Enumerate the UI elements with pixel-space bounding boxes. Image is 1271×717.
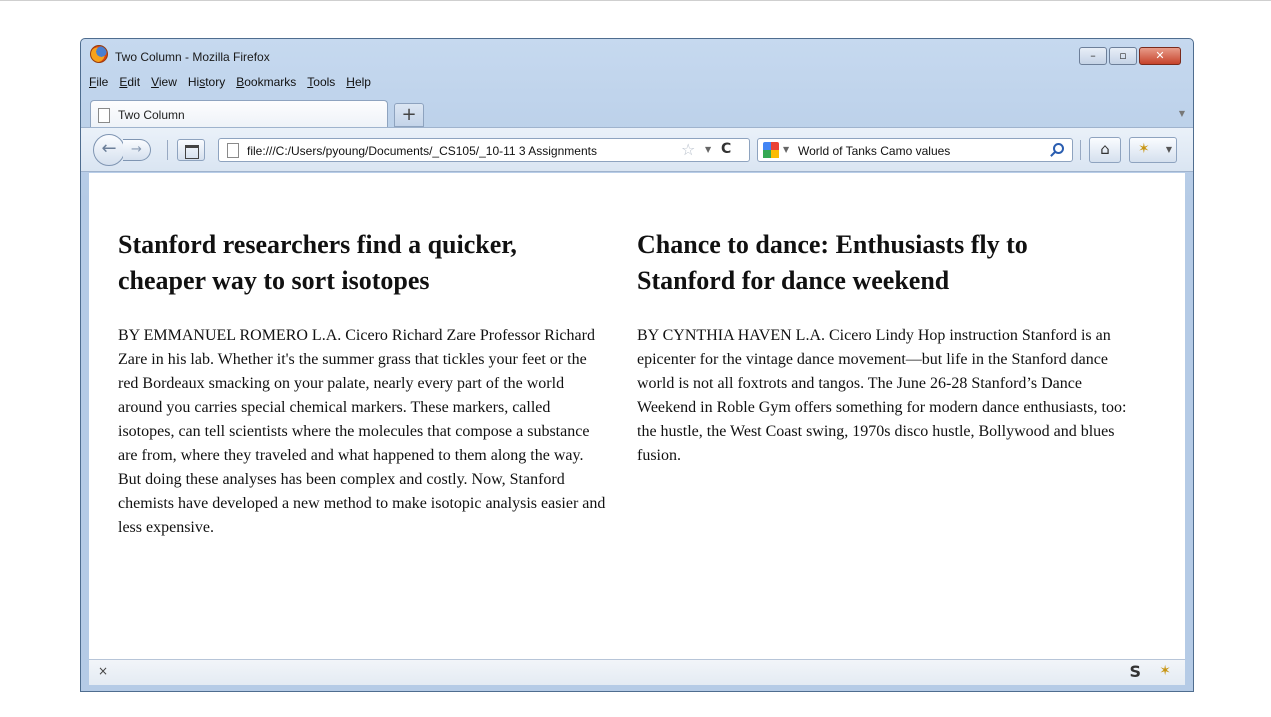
addon-button[interactable]: ✶ ▼ <box>1129 137 1177 163</box>
menu-help-post: elp <box>354 75 371 89</box>
tab-list-icon[interactable]: ▼ <box>1179 109 1185 118</box>
menu-tools-post: ools <box>313 75 336 89</box>
page-icon <box>227 143 239 158</box>
status-bar: × S ✶ <box>89 659 1185 685</box>
menu-file-post: ile <box>96 75 109 89</box>
article-column-right: Chance to dance: Enthusiasts fly to Stan… <box>637 227 1127 468</box>
menu-bookmarks-post: ookmarks <box>244 75 297 89</box>
toolbar-separator <box>1080 140 1081 160</box>
menu-view[interactable]: View <box>151 75 177 89</box>
google-icon[interactable] <box>763 142 779 158</box>
article-column-left: Stanford researchers find a quicker, che… <box>118 227 608 540</box>
menu-edit[interactable]: Edit <box>119 75 140 89</box>
minimize-button[interactable]: – <box>1079 47 1107 65</box>
tab-two-column[interactable]: Two Column <box>90 100 388 128</box>
history-dropdown-icon[interactable]: ▼ <box>705 145 711 154</box>
article-headline: Stanford researchers find a quicker, che… <box>118 230 517 295</box>
menu-history-pre: Hi <box>187 75 200 89</box>
search-input[interactable]: World of Tanks Camo values <box>798 144 950 158</box>
close-icon[interactable]: × <box>98 664 108 678</box>
bookmark-star-icon[interactable]: ☆ <box>681 140 695 159</box>
menu-view-post: iew <box>158 75 177 89</box>
url-bar[interactable]: file:///C:/Users/pyoung/Documents/_CS105… <box>218 138 750 162</box>
search-icon[interactable] <box>1053 143 1064 154</box>
menu-edit-post: dit <box>127 75 141 89</box>
menu-file[interactable]: File <box>89 75 108 89</box>
window-title: Two Column - Mozilla Firefox <box>115 50 270 64</box>
firefox-logo-icon <box>90 45 108 63</box>
engine-dropdown-icon[interactable]: ▼ <box>783 145 789 154</box>
new-tab-button[interactable]: + <box>394 103 424 127</box>
close-button[interactable]: ✕ <box>1139 47 1181 65</box>
menu-view-accel: V <box>151 75 159 89</box>
article-body: BY EMMANUEL ROMERO L.A. Cicero Richard Z… <box>118 327 606 536</box>
menu-help-accel: H <box>346 75 355 89</box>
url-text[interactable]: file:///C:/Users/pyoung/Documents/_CS105… <box>247 144 667 158</box>
page-icon <box>98 108 110 123</box>
addon-icon[interactable]: ✶ <box>1159 663 1171 679</box>
tab-groups-button[interactable] <box>177 139 205 161</box>
maximize-button[interactable]: ▫ <box>1109 47 1137 65</box>
title-bar: Two Column - Mozilla Firefox – ▫ ✕ <box>81 39 1193 79</box>
article-headline: Chance to dance: Enthusiasts fly to Stan… <box>637 230 1028 295</box>
page-content: Stanford researchers find a quicker, che… <box>89 173 1185 659</box>
search-bar[interactable]: ▼ World of Tanks Camo values <box>757 138 1073 162</box>
menu-history[interactable]: History <box>188 75 225 89</box>
s-icon[interactable]: S <box>1129 662 1141 681</box>
menu-bookmarks[interactable]: Bookmarks <box>236 75 296 89</box>
reload-icon[interactable]: C <box>721 141 731 157</box>
chevron-down-icon: ▼ <box>1165 145 1172 154</box>
article-body: BY CYNTHIA HAVEN L.A. Cicero Lindy Hop i… <box>637 327 1127 464</box>
back-button[interactable]: ← <box>93 134 125 166</box>
tab-strip: Two Column + ▼ <box>81 97 1193 128</box>
tab-label: Two Column <box>118 108 185 122</box>
top-border <box>0 0 1271 3</box>
menu-history-post: tory <box>205 75 226 89</box>
browser-window: Two Column - Mozilla Firefox – ▫ ✕ File … <box>80 38 1194 692</box>
toolbar-separator <box>167 140 168 160</box>
menu-tools[interactable]: Tools <box>307 75 335 89</box>
window-controls: – ▫ ✕ <box>1079 47 1181 65</box>
home-button[interactable]: ⌂ <box>1089 137 1121 163</box>
navigation-toolbar: ← → file:///C:/Users/pyoung/Documents/_C… <box>81 127 1193 172</box>
menu-help[interactable]: Help <box>346 75 371 89</box>
forward-button[interactable]: → <box>123 139 151 161</box>
menu-bar: File Edit View History Bookmarks Tools H… <box>89 75 371 89</box>
